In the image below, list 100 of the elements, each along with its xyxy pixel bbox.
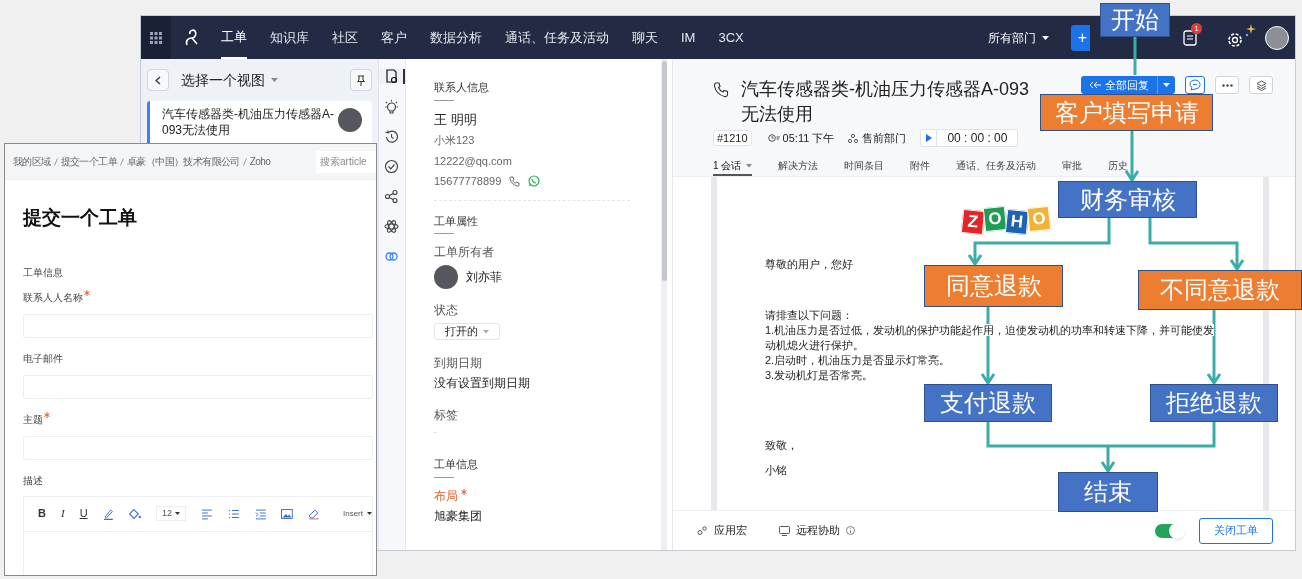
timer-control[interactable]: 00 : 00 : 00 [920,129,1019,147]
field-value: 没有设置到期日期 [434,375,530,393]
ticket-card[interactable]: 汽车传感器类-机油压力传感器A-093无法使用 [147,101,372,144]
history-icon[interactable] [383,129,399,144]
list-icon[interactable] [227,507,240,520]
eraser-icon[interactable] [308,507,320,520]
sparkle-icon [1245,23,1257,38]
sidebar-tab[interactable] [379,69,405,84]
caret-icon [366,512,372,515]
add-button[interactable]: + [1071,24,1090,51]
connector-line [1133,37,1137,75]
nav-tab[interactable]: 通话、任务及活动 [505,16,609,59]
nav-tab[interactable]: 聊天 [632,16,658,59]
pin-icon [357,74,365,86]
field-value: - [434,426,437,439]
message-text: 尊敬的用户，您好 [765,257,853,272]
more-button[interactable] [1215,76,1239,94]
department-dropdown[interactable]: 所有部门 [988,28,1049,47]
nav-tab[interactable]: 社区 [332,16,358,59]
paint-bucket-icon[interactable] [129,507,142,520]
apply-macro-button[interactable]: 应用宏 [697,522,747,539]
nav-tab[interactable]: 数据分析 [430,16,482,59]
ticket-tab[interactable]: 附件 [910,157,931,176]
share-icon[interactable] [383,189,399,204]
field-label: 电子邮件 [23,351,63,366]
breadcrumb-link[interactable]: Zoho [249,154,271,169]
atom-icon[interactable] [383,219,399,234]
nav-tab[interactable]: 知识库 [270,16,309,59]
user-avatar[interactable] [1265,25,1289,50]
field-value: 旭豪集团 [434,507,483,525]
breadcrumb-link[interactable]: 卓豪（中国）技术有限公司 [127,154,240,169]
chevron-left-icon [155,75,161,85]
lightbulb-icon[interactable] [383,99,399,114]
ticket-tab[interactable]: 解决方法 [778,157,819,176]
bold-button[interactable]: B [38,505,46,522]
play-icon[interactable] [925,134,932,142]
layers-icon [1255,79,1267,91]
user-avatar [434,265,458,289]
notification-badge: 1 [1191,22,1202,34]
check-circle-icon[interactable] [383,159,399,174]
breadcrumb-link[interactable]: 提交一个工单 [60,154,117,169]
settings-icon[interactable] [1227,31,1243,48]
nav-tab[interactable]: 客户 [381,16,407,59]
comment-button[interactable] [1185,76,1205,94]
ellipsis-icon [1221,83,1233,87]
status-dropdown[interactable]: 打开的 [434,323,500,340]
user-avatar [338,108,362,132]
flowchart-node: 不同意退款 [1138,270,1302,310]
caret-icon [746,163,753,168]
owner-name: 刘亦菲 [466,269,502,286]
timer-value: 00 : 00 : 00 [946,130,1009,147]
ticket-title: 汽车传感器类-机油压力传感器A-093无法使用 [162,106,335,139]
italic-button[interactable]: I [60,505,65,522]
chat-bubble-icon[interactable] [528,175,541,188]
contact-phone: 15677778899 [434,174,502,189]
ticket-tab[interactable]: 时间条目 [844,157,885,176]
section-heading: 工单信息 [23,265,63,280]
caret-icon [175,512,181,515]
nav-tab[interactable]: IM [681,16,696,59]
apps-menu-button[interactable] [141,16,171,59]
flowchart-node: 客户填写申请 [1040,94,1213,131]
back-button[interactable] [147,69,169,91]
gears-icon [697,525,707,536]
message-text: 致敬， [765,438,798,453]
breadcrumb-link[interactable]: 我的区域 [13,154,51,169]
field-label: 到期日期 [434,355,482,373]
insert-dropdown[interactable]: Insert [342,507,372,520]
app-logo-icon[interactable] [183,27,201,48]
ticket-tab[interactable]: 历史 [1108,157,1129,176]
caret-icon [271,78,278,82]
field-label: 标签 [434,407,458,425]
ticket-id: #1210 [713,130,752,146]
search-field[interactable]: 搜索article [316,150,376,173]
view-selector[interactable]: 选择一个视图 [181,69,350,91]
info-icon [846,526,855,535]
phone-icon[interactable] [509,175,521,187]
page-title: 提交一个工单 [23,206,137,230]
ticket-tab[interactable]: 审批 [1062,157,1083,176]
breadcrumb-separator-icon [242,157,247,166]
phone-icon [713,82,729,98]
notes-icon[interactable] [1183,29,1197,46]
clock-icon [767,134,780,142]
ticket-settings-icon[interactable] [383,69,399,84]
nav-tab[interactable]: 3CX [718,16,744,59]
flowchart-node: 开始 [1100,3,1170,37]
monitor-icon [779,525,790,536]
section-heading: 工单信息 [434,456,478,478]
remote-assist-button[interactable]: 远程协助 [779,522,855,539]
underline-button[interactable]: U [79,505,88,522]
field-label: 状态 [434,302,458,319]
close-ticket-button[interactable]: 关闭工单 [1199,517,1273,544]
font-size-dropdown[interactable]: 12 [156,506,187,521]
pin-button[interactable] [350,69,372,91]
link-icon[interactable] [383,249,399,264]
reply-all-icon [1089,81,1101,89]
ticket-tab[interactable]: 通话、任务及活动 [956,157,1037,176]
ticket-time: 05:11 下午 [782,130,835,146]
layers-button[interactable] [1249,76,1273,94]
image-icon[interactable] [281,507,294,520]
pen-icon[interactable] [102,507,115,520]
